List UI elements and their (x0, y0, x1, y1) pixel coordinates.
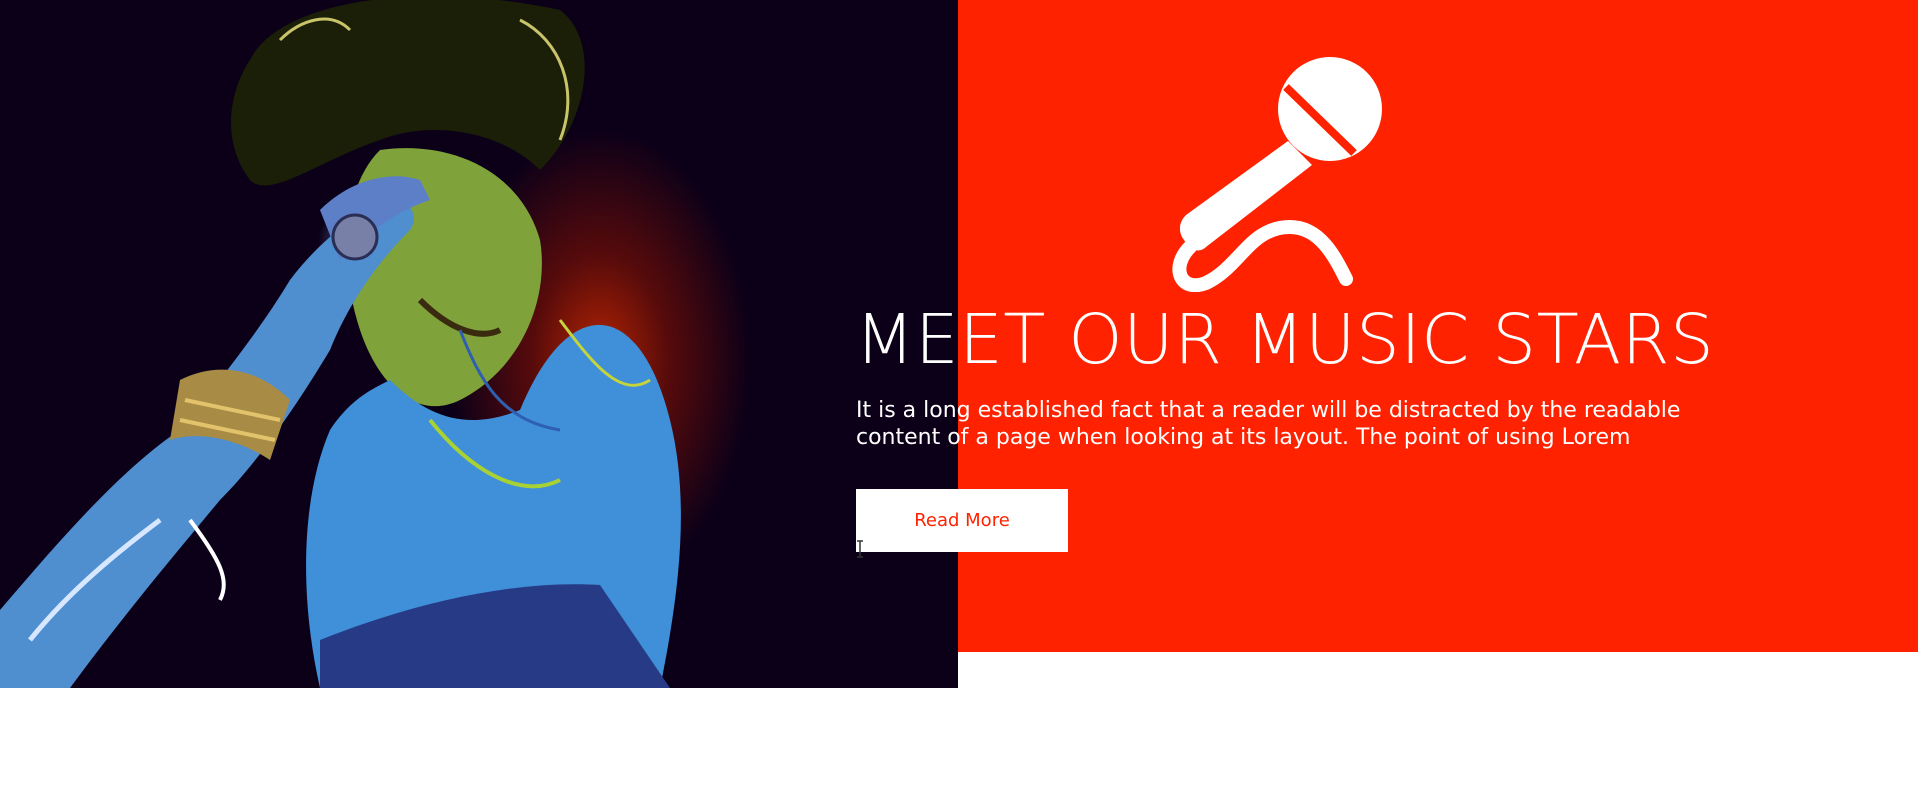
hero-title: MEET OUR MUSIC STARS (855, 300, 1715, 380)
singer-portrait-graphic (0, 0, 681, 688)
hero-description: It is a long established fact that a rea… (856, 398, 1681, 450)
text-cursor-icon (857, 540, 863, 558)
read-more-button[interactable]: Read More (856, 489, 1068, 552)
page: MEET OUR MUSIC STARS It is a long establ… (0, 0, 1918, 811)
microphone-icon (1172, 57, 1382, 292)
singer-portrait-image (0, 0, 958, 688)
